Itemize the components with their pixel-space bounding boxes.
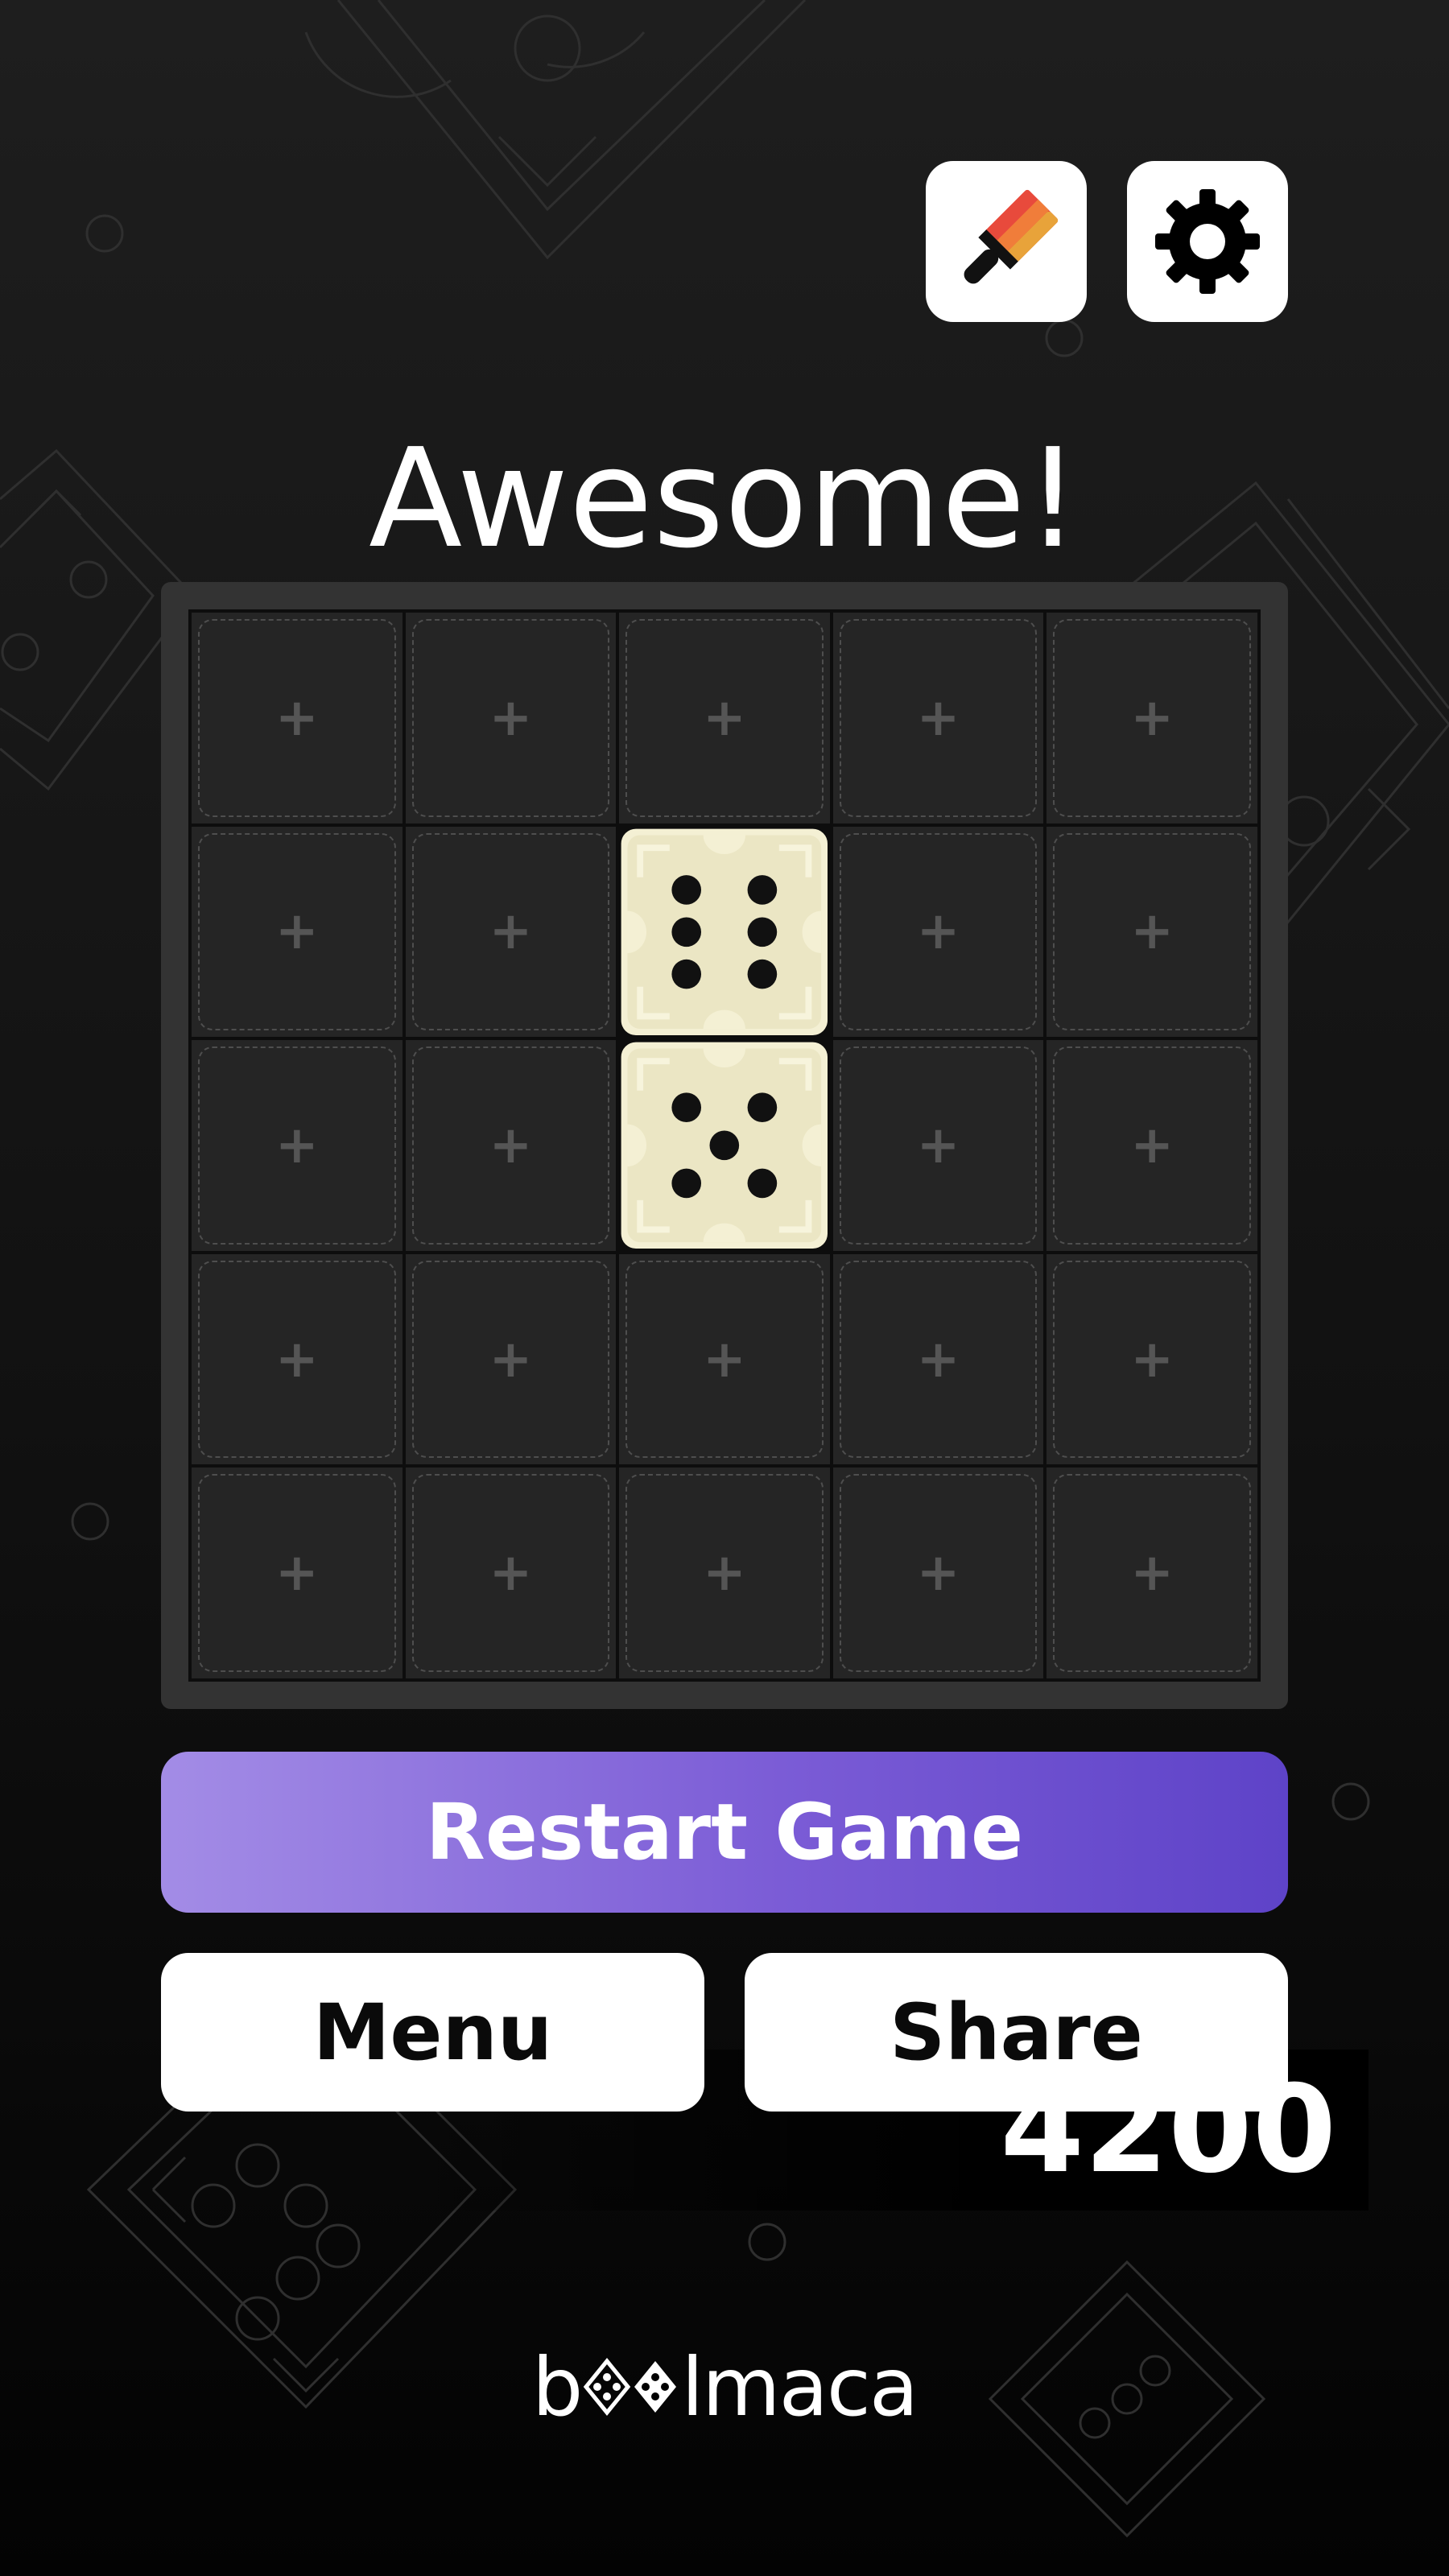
- plus-icon: +: [489, 1329, 533, 1389]
- empty-cell[interactable]: +: [405, 826, 617, 1038]
- share-button[interactable]: Share: [745, 1953, 1288, 2112]
- die-pip: [709, 1130, 740, 1161]
- plus-icon: +: [916, 687, 960, 748]
- theme-button[interactable]: [926, 161, 1087, 322]
- empty-cell[interactable]: +: [832, 1253, 1044, 1465]
- die-pip: [671, 917, 702, 947]
- empty-cell[interactable]: +: [192, 1040, 402, 1251]
- plus-icon: +: [489, 1115, 533, 1175]
- dice-logo-icon: [584, 2358, 677, 2416]
- die-pip: [671, 959, 702, 989]
- menu-button[interactable]: Menu: [161, 1953, 704, 2112]
- empty-cell[interactable]: +: [619, 1468, 830, 1678]
- empty-cell[interactable]: +: [192, 826, 402, 1038]
- empty-cell[interactable]: +: [832, 613, 1044, 824]
- die-5[interactable]: [619, 1040, 830, 1251]
- plus-icon: +: [1130, 1543, 1174, 1604]
- empty-cell[interactable]: +: [1046, 613, 1257, 824]
- die-pip: [747, 1168, 778, 1199]
- empty-cell[interactable]: +: [832, 1040, 1044, 1251]
- result-title: Awesome!: [369, 419, 1080, 579]
- die-6[interactable]: [619, 826, 830, 1038]
- plus-icon: +: [275, 1543, 319, 1604]
- plus-icon: +: [489, 687, 533, 748]
- empty-cell[interactable]: +: [1046, 1468, 1257, 1678]
- die-face-icon: [621, 828, 828, 1035]
- empty-cell[interactable]: +: [619, 1253, 830, 1465]
- plus-icon: +: [275, 902, 319, 962]
- empty-cell[interactable]: +: [192, 1253, 402, 1465]
- die-face-icon: [621, 1042, 828, 1249]
- board-grid: + + + + + + + + + + + + + + + + + + + + + + +: [188, 609, 1261, 1682]
- die-pip: [747, 917, 778, 947]
- empty-cell[interactable]: +: [405, 613, 617, 824]
- paintbrush-icon: [964, 189, 1059, 284]
- plus-icon: +: [916, 1329, 960, 1389]
- brand-suffix: lmaca: [681, 2339, 919, 2434]
- restart-game-button[interactable]: Restart Game: [161, 1752, 1288, 1913]
- gear-icon: [1155, 189, 1260, 294]
- empty-cell[interactable]: +: [832, 826, 1044, 1038]
- plus-icon: +: [275, 687, 319, 748]
- empty-cell[interactable]: +: [192, 1468, 402, 1678]
- plus-icon: +: [1130, 1329, 1174, 1389]
- settings-button[interactable]: [1127, 161, 1288, 322]
- plus-icon: +: [489, 902, 533, 962]
- plus-icon: +: [275, 1329, 319, 1389]
- brand-prefix: b: [531, 2339, 584, 2434]
- plus-icon: +: [916, 902, 960, 962]
- die-pip: [671, 1092, 702, 1123]
- plus-icon: +: [916, 1543, 960, 1604]
- brand-logo: b lmaca: [0, 2334, 1449, 2439]
- die-pip: [747, 1092, 778, 1123]
- plus-icon: +: [275, 1115, 319, 1175]
- empty-cell[interactable]: +: [832, 1468, 1044, 1678]
- empty-cell[interactable]: +: [1046, 826, 1257, 1038]
- empty-cell[interactable]: +: [405, 1040, 617, 1251]
- plus-icon: +: [1130, 902, 1174, 962]
- empty-cell[interactable]: +: [619, 613, 830, 824]
- empty-cell[interactable]: +: [405, 1253, 617, 1465]
- plus-icon: +: [1130, 1115, 1174, 1175]
- plus-icon: +: [489, 1543, 533, 1604]
- die-pip: [671, 1168, 702, 1199]
- die-pip: [747, 874, 778, 905]
- plus-icon: +: [703, 1543, 746, 1604]
- plus-icon: +: [916, 1115, 960, 1175]
- empty-cell[interactable]: +: [1046, 1040, 1257, 1251]
- plus-icon: +: [1130, 687, 1174, 748]
- die-pip: [747, 959, 778, 989]
- empty-cell[interactable]: +: [405, 1468, 617, 1678]
- game-board: + + + + + + + + + + + + + + + + + + + + + + + 4200: [161, 582, 1368, 2211]
- plus-icon: +: [703, 1329, 746, 1389]
- die-pip: [671, 874, 702, 905]
- plus-icon: +: [703, 687, 746, 748]
- empty-cell[interactable]: +: [192, 613, 402, 824]
- empty-cell[interactable]: +: [1046, 1253, 1257, 1465]
